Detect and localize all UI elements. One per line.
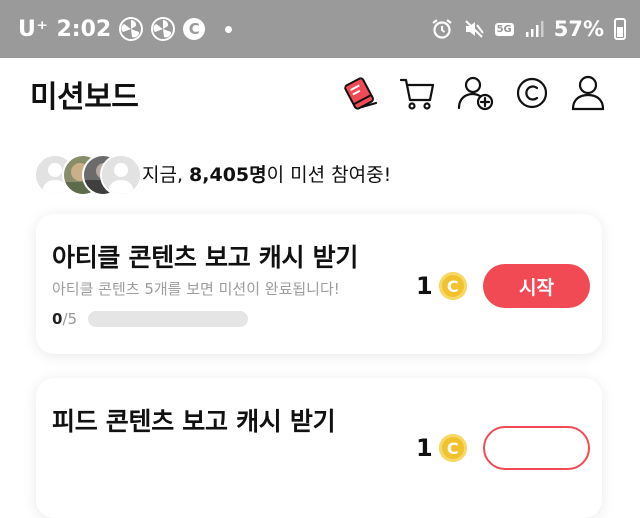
mission-reward: 1 C <box>416 272 467 300</box>
mission-title: 아티클 콘텐츠 보고 캐시 받기 <box>52 243 359 272</box>
start-button[interactable]: 시작 <box>483 264 590 308</box>
mission-title: 피드 콘텐츠 보고 캐시 받기 <box>52 407 336 436</box>
profile-icon[interactable] <box>568 73 608 113</box>
notification-dot <box>225 25 233 33</box>
battery-percent: 57% <box>553 17 604 41</box>
coin-icon: C <box>438 434 467 462</box>
mission-description: 아티클 콘텐츠 5개를 보면 미션이 완료됩니다! <box>52 280 340 298</box>
carrier-label: U⁺ <box>18 16 49 42</box>
fan-icon <box>119 17 144 41</box>
mission-action-button[interactable] <box>483 426 590 470</box>
progress-total: /5 <box>62 310 78 328</box>
mission-progress-label: 0/5 <box>52 310 77 328</box>
reward-amount: 1 <box>416 272 433 300</box>
fan-icon <box>151 17 176 41</box>
participants-text: 지금, 8,405명이 미션 참여중! <box>142 160 391 187</box>
mute-icon <box>464 20 484 38</box>
participants-suffix: 이 미션 참여중! <box>266 163 392 186</box>
participants-prefix: 지금, <box>142 163 190 186</box>
signal-icon <box>525 21 544 37</box>
participant-avatars <box>34 152 142 196</box>
cart-icon[interactable] <box>398 73 438 113</box>
5g-icon: 5G <box>494 22 514 36</box>
shoe-icon[interactable] <box>340 73 380 113</box>
cash-coin-icon[interactable] <box>512 73 552 113</box>
participants-banner: 지금, 8,405명이 미션 참여중! <box>34 152 391 196</box>
avatar <box>100 154 142 196</box>
coin-c-icon: C <box>183 18 206 40</box>
mission-card[interactable]: 아티클 콘텐츠 보고 캐시 받기 아티클 콘텐츠 5개를 보면 미션이 완료됩니… <box>36 214 602 354</box>
progress-current: 0 <box>52 310 63 328</box>
battery-icon <box>614 18 626 40</box>
page-title: 미션보드 <box>30 80 139 115</box>
participant-count: 8,405명 <box>189 163 267 186</box>
alarm-icon <box>431 19 452 39</box>
coin-icon: C <box>438 272 467 300</box>
app-header: 미션보드 <box>0 58 640 128</box>
clock: 2:02 <box>56 16 112 42</box>
mission-progress-bar <box>88 311 248 327</box>
reward-amount: 1 <box>416 434 433 462</box>
add-friend-icon[interactable] <box>456 73 496 113</box>
mission-reward: 1 C <box>416 434 467 462</box>
status-bar: U⁺ 2:02 C 5G 57% <box>0 0 640 58</box>
mission-card[interactable]: 피드 콘텐츠 보고 캐시 받기 1 C <box>36 378 602 518</box>
